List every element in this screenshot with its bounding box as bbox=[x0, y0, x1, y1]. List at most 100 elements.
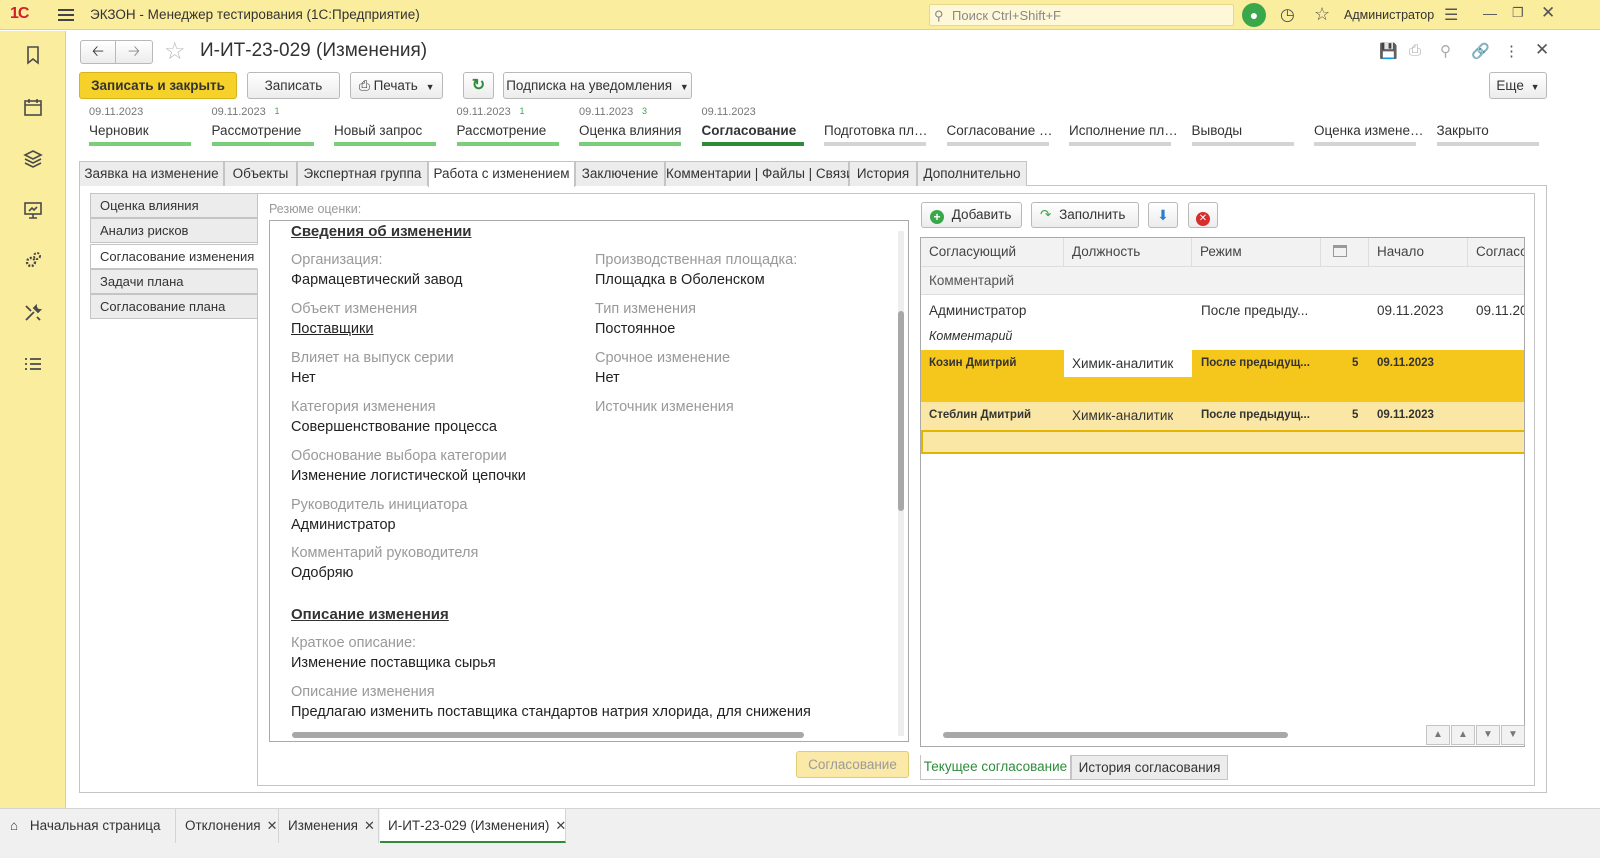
section-change-info: Сведения об изменении bbox=[291, 223, 472, 240]
task-item[interactable]: Изменения ✕ bbox=[280, 809, 379, 843]
print-icon[interactable]: ⎙ bbox=[1409, 42, 1421, 59]
object-value-link[interactable]: Поставщики bbox=[291, 321, 373, 337]
move-down-button[interactable]: ⬇ bbox=[1148, 202, 1178, 228]
stage-8[interactable]: Исполнение плана bbox=[1069, 106, 1179, 148]
tools-icon[interactable] bbox=[21, 303, 45, 327]
more-vertical-icon[interactable]: ⋮ bbox=[1504, 42, 1519, 60]
horizontal-scroll-thumb[interactable] bbox=[292, 732, 804, 738]
list-icon[interactable] bbox=[21, 354, 45, 378]
cell-start: 09.11.2023 bbox=[1377, 357, 1434, 369]
bookmark-icon[interactable] bbox=[21, 45, 45, 69]
favorites-star-icon[interactable]: ☆ bbox=[1314, 4, 1330, 25]
subtab-1[interactable]: Анализ рисков bbox=[90, 218, 258, 243]
preview-icon[interactable]: ⚲ bbox=[1440, 42, 1451, 60]
close-icon[interactable]: ✕ bbox=[267, 818, 278, 833]
tab-4[interactable]: Заключение bbox=[575, 161, 665, 186]
subtab-2[interactable]: Согласование изменения bbox=[90, 244, 258, 269]
stage-10[interactable]: Оценка изменения bbox=[1314, 106, 1424, 148]
move-up-icon[interactable]: ▲ bbox=[1451, 725, 1475, 745]
table-row[interactable]: Администратор После предыду... 09.11.202… bbox=[921, 295, 1524, 350]
history-icon[interactable]: ◷ bbox=[1280, 5, 1295, 25]
favorite-star-icon[interactable]: ☆ bbox=[164, 37, 186, 66]
col-approver[interactable]: Согласующий bbox=[921, 238, 1064, 267]
approvers-table[interactable]: Согласующий Должность Режим Начало Согла… bbox=[920, 237, 1525, 747]
restore-icon[interactable]: ❐ bbox=[1512, 5, 1524, 21]
presentation-icon[interactable] bbox=[21, 200, 45, 224]
calendar-icon[interactable] bbox=[21, 97, 45, 121]
summary-panel[interactable]: Сведения об изменении Организация: Фарма… bbox=[269, 220, 909, 742]
notification-bell-icon[interactable]: ● bbox=[1242, 3, 1266, 27]
task-item-active[interactable]: И-ИТ-23-029 (Изменения) ✕ bbox=[380, 809, 566, 843]
forward-button[interactable]: 🡢 bbox=[116, 40, 153, 64]
stage-2[interactable]: Новый запрос bbox=[334, 106, 440, 148]
col-comment[interactable]: Комментарий bbox=[921, 267, 1524, 295]
more-button[interactable]: Еще ▼ bbox=[1489, 72, 1547, 99]
print-button[interactable]: ⎙ Печать ▼ bbox=[350, 72, 443, 99]
layers-icon[interactable] bbox=[21, 149, 45, 173]
user-name[interactable]: Администратор bbox=[1344, 8, 1434, 22]
stage-3[interactable]: 09.11.2023 1 Рассмотрение bbox=[456, 106, 563, 148]
search-input[interactable]: ⚲ Поиск Ctrl+Shift+F bbox=[929, 4, 1234, 26]
tab-5[interactable]: Комментарии | Файлы | Связи bbox=[665, 161, 854, 186]
tab-current-approval[interactable]: Текущее согласование bbox=[920, 755, 1071, 780]
move-down-icon[interactable]: ▼ bbox=[1476, 725, 1500, 745]
more-label: Еще bbox=[1496, 78, 1524, 93]
col-start[interactable]: Начало bbox=[1369, 238, 1468, 267]
tab-3[interactable]: Работа с изменением bbox=[428, 161, 575, 187]
tab-1[interactable]: Объекты bbox=[224, 161, 297, 186]
gears-icon[interactable] bbox=[21, 251, 45, 275]
stage-4[interactable]: 09.11.2023 3 Оценка влияния bbox=[579, 106, 685, 148]
tab-2[interactable]: Экспертная группа bbox=[297, 161, 428, 186]
subtab-3[interactable]: Задачи плана bbox=[90, 269, 258, 294]
stage-9[interactable]: Выводы bbox=[1191, 106, 1298, 148]
close-form-icon[interactable]: ✕ bbox=[1535, 40, 1549, 60]
horizontal-scroll-thumb[interactable] bbox=[943, 732, 1288, 738]
link-icon[interactable]: 🔗 bbox=[1471, 42, 1490, 60]
settings-menu-icon[interactable]: ☰ bbox=[1444, 5, 1458, 25]
add-approver-button[interactable]: + Добавить bbox=[921, 202, 1022, 228]
table-row-empty[interactable] bbox=[921, 430, 1524, 454]
stage-label: Новый запрос bbox=[334, 123, 423, 138]
back-button[interactable]: 🡠 bbox=[80, 40, 116, 64]
category-label: Категория изменения bbox=[291, 399, 436, 415]
stage-6[interactable]: Подготовка плана bbox=[824, 106, 934, 148]
col-position[interactable]: Должность bbox=[1064, 238, 1192, 267]
vertical-scroll-thumb[interactable] bbox=[898, 311, 904, 511]
close-icon[interactable]: ✕ bbox=[1541, 3, 1555, 23]
minimize-icon[interactable]: — bbox=[1483, 5, 1497, 21]
tab-6[interactable]: История bbox=[849, 161, 917, 186]
close-icon[interactable]: ✕ bbox=[364, 818, 375, 833]
tab-0[interactable]: Заявка на изменение bbox=[79, 161, 224, 186]
stage-label: Рассмотрение bbox=[211, 123, 302, 138]
close-icon[interactable]: ✕ bbox=[555, 818, 566, 833]
delete-button[interactable]: ✕ bbox=[1188, 202, 1218, 228]
move-last-icon[interactable]: ▼ bbox=[1501, 725, 1525, 745]
save-and-close-button[interactable]: Записать и закрыть bbox=[79, 72, 237, 99]
subtab-0[interactable]: Оценка влияния bbox=[90, 193, 258, 218]
table-row-selected[interactable]: Козин Дмитрий Химик-аналитик После преды… bbox=[921, 350, 1524, 402]
main-menu-icon[interactable] bbox=[58, 6, 74, 22]
subscribe-button[interactable]: Подписка на уведомления ▼ bbox=[503, 72, 692, 99]
col-approved[interactable]: Согласо bbox=[1468, 238, 1524, 267]
stage-7[interactable]: Согласование плана bbox=[946, 106, 1057, 148]
tab-7[interactable]: Дополнительно bbox=[917, 161, 1027, 186]
stage-11[interactable]: Закрыто bbox=[1436, 106, 1543, 148]
stage-0[interactable]: 09.11.2023 Черновик bbox=[89, 106, 195, 148]
stage-1[interactable]: 09.11.2023 1 Рассмотрение bbox=[211, 106, 318, 148]
task-item[interactable]: Отклонения ✕ bbox=[177, 809, 279, 843]
cell-position-editor[interactable]: Химик-аналитик bbox=[1064, 350, 1192, 377]
subtab-4[interactable]: Согласование плана bbox=[90, 294, 258, 319]
table-row[interactable]: Стеблин Дмитрий Химик-аналитик После пре… bbox=[921, 402, 1524, 430]
col-calendar[interactable] bbox=[1321, 238, 1369, 267]
col-mode[interactable]: Режим bbox=[1192, 238, 1321, 267]
move-first-icon[interactable]: ▲ bbox=[1426, 725, 1450, 745]
site-value: Площадка в Оболенском bbox=[595, 272, 765, 288]
save-icon[interactable]: 💾 bbox=[1379, 42, 1398, 60]
fill-button[interactable]: ↷ Заполнить bbox=[1031, 202, 1139, 228]
save-button[interactable]: Записать bbox=[247, 72, 340, 99]
refresh-button[interactable]: ↻ bbox=[463, 72, 494, 99]
approve-button[interactable]: Согласование bbox=[796, 751, 909, 778]
tab-approval-history[interactable]: История согласования bbox=[1071, 755, 1228, 780]
task-home[interactable]: ⌂ Начальная страница bbox=[0, 809, 176, 843]
stage-5[interactable]: 09.11.2023 Согласование bbox=[701, 106, 808, 148]
